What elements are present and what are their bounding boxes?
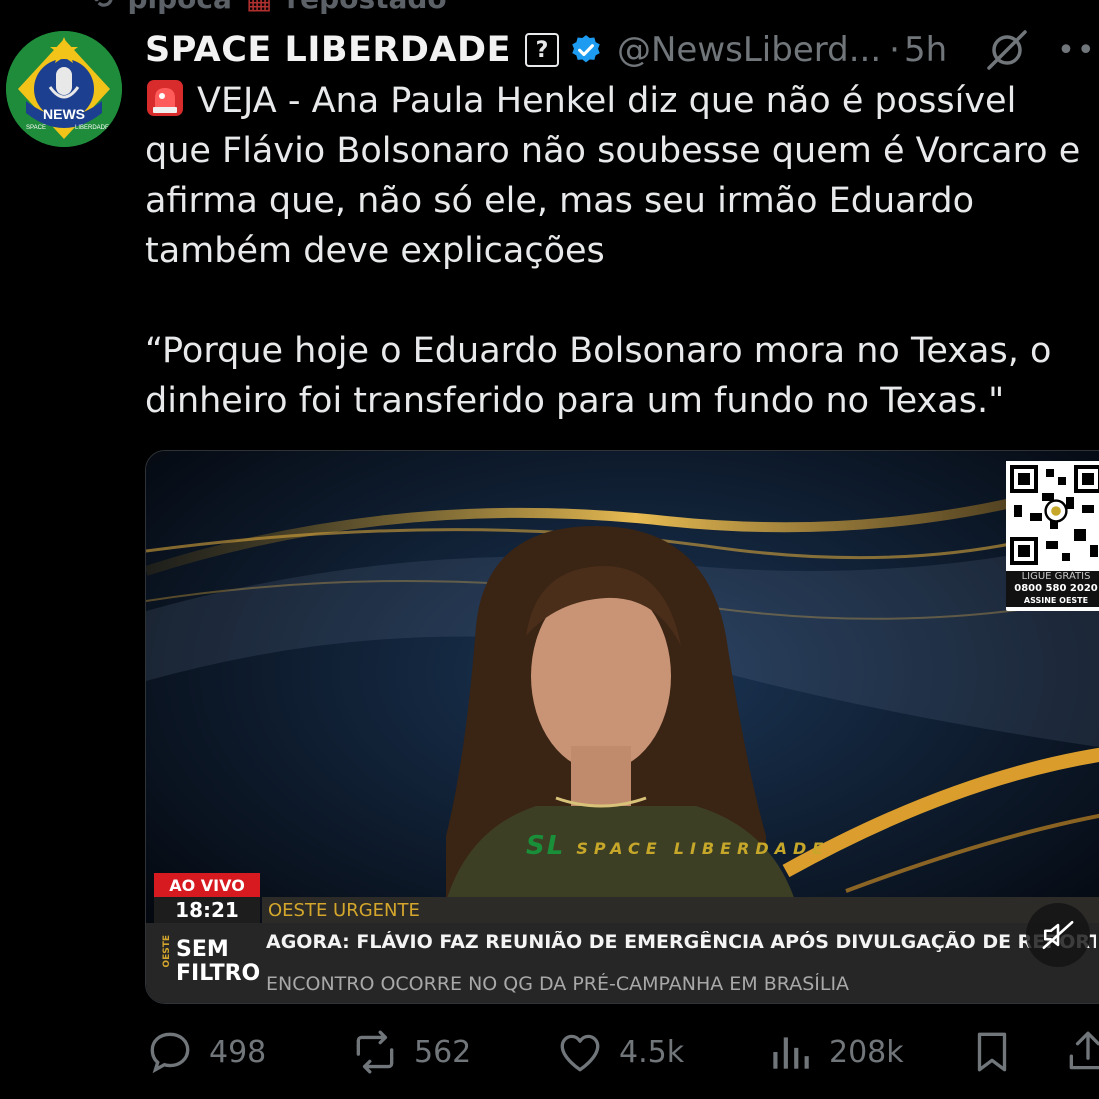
tweet-line-1: VEJA - Ana Paula Henkel diz que não é po…	[197, 81, 1017, 121]
post-time[interactable]: 5h	[904, 30, 947, 70]
sem-filtro-logo: OESTE SEM FILTRO	[162, 935, 261, 986]
tweet-quote-2: dinheiro foi transferido para um fundo n…	[145, 381, 1005, 421]
popcorn-icon: ▦	[246, 0, 272, 15]
views-chart-icon	[773, 1037, 809, 1069]
tweet-header: SPACE LIBERDADE ? @NewsLiberd... · 5h ••	[145, 26, 1099, 74]
news-ticker: OESTE SEM FILTRO AGORA: FLÁVIO FAZ REUNI…	[146, 923, 1099, 1003]
live-badge: AO VIVO	[154, 873, 260, 897]
repost-user: pipoca	[127, 0, 231, 15]
svg-text:NEWS: NEWS	[43, 106, 85, 122]
repost-button[interactable]: 562	[350, 1022, 471, 1082]
space-liberdade-watermark: SL SPACE LIBERDADE	[526, 831, 830, 861]
space-liberdade-logo: NEWS SPACE LIBERDADE	[6, 31, 122, 147]
separator-dot: ·	[889, 30, 900, 70]
views-count: 208k	[829, 1034, 904, 1070]
author-name[interactable]: SPACE LIBERDADE	[145, 30, 511, 70]
broadcast-clock: 18:21	[154, 897, 260, 925]
unknown-badge: ?	[524, 33, 559, 67]
video-player[interactable]: LIGUE GRÁTIS 0800 580 2020 ASSINE OESTE …	[145, 450, 1099, 1004]
repost-icon: ⟲	[90, 0, 113, 15]
tweet-line-2: que Flávio Bolsonaro não soubesse quem é…	[145, 131, 1081, 171]
repost-icon	[356, 1030, 394, 1074]
svg-text:SPACE: SPACE	[26, 125, 46, 131]
ticker-headline: AGORA: FLÁVIO FAZ REUNIÃO DE EMERGÊNCIA …	[266, 931, 1096, 953]
tweet-line-4: também deve explicações	[145, 231, 605, 271]
share-icon	[1069, 1031, 1099, 1070]
section-label: OESTE URGENTE	[262, 897, 1099, 923]
ticker-subline: ENCONTRO OCORRE NO QG DA PRÉ-CAMPANHA EM…	[266, 973, 850, 995]
grok-icon[interactable]	[983, 26, 1031, 74]
like-count: 4.5k	[619, 1034, 685, 1070]
more-options-icon[interactable]: ••	[1057, 33, 1096, 68]
speaker-muted-icon	[1042, 920, 1074, 950]
reply-count: 498	[209, 1034, 267, 1070]
tweet-line-3: afirma que, não só ele, mas seu irmão Ed…	[145, 181, 975, 221]
repost-context[interactable]: ⟲ pipoca ▦ repostado	[90, 0, 447, 18]
mute-button[interactable]	[1026, 903, 1090, 967]
bookmark-button[interactable]	[967, 1022, 1031, 1082]
action-bar: 498 562 4.5k 208k	[145, 1022, 1099, 1082]
author-handle[interactable]: @NewsLiberd...	[617, 30, 881, 70]
share-button[interactable]	[1063, 1022, 1099, 1082]
tweet-quote-1: “Porque hoje o Eduardo Bolsonaro mora no…	[145, 331, 1052, 371]
repost-count: 562	[414, 1034, 472, 1070]
repost-action: repostado	[286, 0, 446, 15]
heart-icon	[560, 1034, 600, 1072]
avatar[interactable]: NEWS SPACE LIBERDADE	[6, 31, 122, 147]
views-button[interactable]: 208k	[765, 1022, 904, 1082]
bookmark-icon	[977, 1032, 1007, 1072]
qr-caption: LIGUE GRÁTIS 0800 580 2020 ASSINE OESTE	[1006, 571, 1099, 607]
svg-text:LIBERDADE: LIBERDADE	[75, 125, 109, 131]
tweet-body: VEJA - Ana Paula Henkel diz que não é po…	[145, 76, 1099, 426]
siren-emoji-icon	[147, 80, 183, 116]
reply-icon	[150, 1032, 190, 1074]
like-button[interactable]: 4.5k	[555, 1022, 684, 1082]
presenter-image	[436, 526, 806, 956]
verified-badge-icon	[572, 35, 600, 63]
reply-button[interactable]: 498	[145, 1022, 266, 1082]
